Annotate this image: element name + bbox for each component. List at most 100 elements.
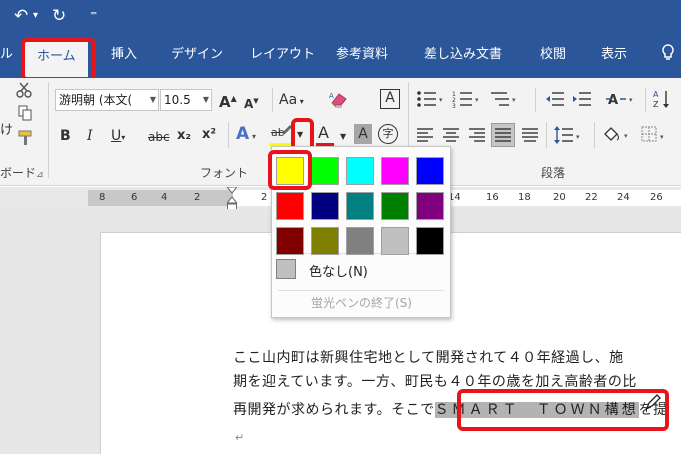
numbering-button[interactable]: 1 2 3 ▾ (452, 90, 482, 114)
dialog-launcher-icon[interactable]: ⊿ (36, 166, 44, 184)
tab-references[interactable]: 参考資料 (336, 44, 388, 66)
tab-review[interactable]: 校閲 (540, 44, 566, 66)
grow-font-label: A (219, 93, 231, 111)
color-swatch[interactable] (416, 192, 444, 220)
doc-line-3[interactable]: 再開発が求められます。そこでＳＭＡＲＴ ＴＯＷＮ構想を提 (233, 401, 668, 419)
sort-button[interactable]: AZ (652, 88, 674, 116)
strikethrough-button[interactable]: abc (148, 128, 170, 146)
shrink-font-button[interactable]: A▼ (244, 92, 259, 113)
font-name-value: 游明朝 (本文( (59, 93, 133, 107)
tab-layout[interactable]: レイアウト (250, 44, 315, 66)
color-swatch[interactable] (311, 157, 339, 185)
color-swatch[interactable] (311, 227, 339, 255)
ruler-tick: 4 (161, 192, 168, 203)
decrease-indent-button[interactable] (544, 90, 566, 114)
color-swatch[interactable] (346, 157, 374, 185)
tab-insert[interactable]: 挿入 (111, 44, 137, 66)
line-spacing-button[interactable]: ▾ (553, 125, 583, 151)
font-color-button[interactable]: A (318, 124, 329, 142)
svg-text:A: A (608, 93, 618, 108)
color-swatch[interactable] (276, 227, 304, 255)
color-swatch[interactable] (276, 157, 304, 185)
tab-file-partial[interactable]: ル (0, 44, 13, 66)
highlighted-text[interactable]: ＳＭＡＲＴ ＴＯＷＮ構想 (434, 402, 639, 418)
lightbulb-icon[interactable] (661, 44, 675, 70)
color-swatch[interactable] (416, 227, 444, 255)
customize-qat-icon[interactable]: ⁼ (90, 6, 97, 26)
ruler-tick: 18 (518, 192, 531, 203)
borders-button[interactable]: ▾ (640, 125, 670, 151)
format-painter-icon[interactable] (18, 130, 34, 152)
char-shading-button[interactable]: A (354, 124, 372, 144)
pen-icon (282, 125, 292, 136)
menu-divider (278, 290, 444, 291)
justify-button[interactable] (491, 123, 515, 147)
subscript-button[interactable]: x₂ (177, 127, 191, 145)
superscript-button[interactable]: x² (202, 126, 216, 144)
ruler-tick: 16 (486, 192, 499, 203)
tab-view[interactable]: 表示 (601, 44, 627, 66)
color-swatch[interactable] (381, 227, 409, 255)
redo-icon[interactable]: ↻ (52, 6, 66, 26)
color-swatch[interactable] (381, 192, 409, 220)
ruler-tick: 20 (553, 192, 566, 203)
underline-button[interactable]: U ▾ (111, 127, 125, 147)
undo-dropdown-icon[interactable]: ▾ (33, 6, 38, 26)
highlight-button[interactable]: ab (270, 124, 292, 148)
enclose-char-button[interactable]: 字 (378, 124, 398, 144)
tab-design[interactable]: デザイン (171, 44, 223, 66)
text-effects-button[interactable]: A ▾ (236, 125, 256, 146)
font-name-combo[interactable]: 游明朝 (本文( ▼ (55, 89, 159, 111)
bold-button[interactable]: B (60, 127, 71, 145)
svg-text:A: A (653, 90, 659, 99)
color-swatch[interactable] (416, 157, 444, 185)
doc-line-1[interactable]: ここ山内町は新興住宅地として開発されて４０年経過し、施 (233, 349, 624, 367)
color-swatch[interactable] (276, 192, 304, 220)
distributed-button[interactable] (521, 127, 539, 149)
color-swatch[interactable] (346, 192, 374, 220)
stop-highlighting-item: 蛍光ペンの終了(S) (311, 296, 412, 310)
clipboard-group-label: ボード (0, 166, 37, 180)
asian-layout-button[interactable]: A ▾ (606, 90, 638, 114)
italic-button[interactable]: I (87, 127, 93, 145)
grow-font-button[interactable]: A▲ (219, 90, 237, 111)
tab-mailings[interactable]: 差し込み文書 (424, 44, 502, 66)
eraser-icon[interactable]: A (329, 90, 349, 114)
separator (546, 122, 547, 148)
increase-indent-button[interactable] (571, 90, 593, 114)
separator (594, 122, 595, 148)
svg-text:3: 3 (452, 103, 456, 108)
highlight-dropdown-arrow[interactable]: ▼ (297, 126, 303, 144)
svg-text:Z: Z (653, 100, 659, 109)
title-bar: ↶ ▾ ↻ ⁼ (0, 0, 681, 34)
multilevel-list-button[interactable]: ▾ (489, 90, 519, 114)
chevron-down-icon: ▼ (149, 95, 156, 104)
svg-text:▾: ▾ (624, 132, 628, 140)
paste-label-partial[interactable]: け (0, 122, 13, 140)
doc-line-2[interactable]: 期を迎えています。一方、町民も４０年の歳を加え高齢者の比 (233, 373, 637, 391)
copy-icon[interactable] (18, 105, 32, 127)
font-size-value: 10.5 (164, 93, 191, 107)
no-color-item[interactable]: 色なし(N) (309, 261, 368, 280)
font-color-dropdown-arrow[interactable]: ▼ (340, 128, 346, 146)
change-case-button[interactable]: Aa ▾ (279, 91, 304, 111)
svg-text:▾: ▾ (629, 96, 633, 104)
underline-label: U (111, 128, 122, 144)
svg-text:▾: ▾ (475, 96, 479, 104)
char-border-button[interactable]: A (380, 89, 400, 109)
bullets-button[interactable]: ▾ (416, 90, 446, 114)
color-swatch[interactable] (311, 192, 339, 220)
ruler-tick: 24 (617, 192, 630, 203)
color-swatch[interactable] (381, 157, 409, 185)
ruler-tick: 22 (585, 192, 598, 203)
undo-icon[interactable]: ↶ (14, 6, 28, 26)
no-color-swatch[interactable] (276, 259, 296, 279)
align-right-button[interactable] (468, 127, 486, 149)
font-size-combo[interactable]: 10.5 ▼ (160, 89, 212, 111)
ribbon-tab-bar: ル ホーム 挿入 デザイン レイアウト 参考資料 差し込み文書 校閲 表示 (0, 34, 681, 78)
shading-button[interactable]: ▾ (601, 124, 631, 152)
color-swatch[interactable] (346, 227, 374, 255)
cut-icon[interactable] (16, 82, 32, 104)
tab-home[interactable]: ホーム (25, 40, 88, 78)
paragraph-group-label: 段落 (541, 166, 566, 180)
